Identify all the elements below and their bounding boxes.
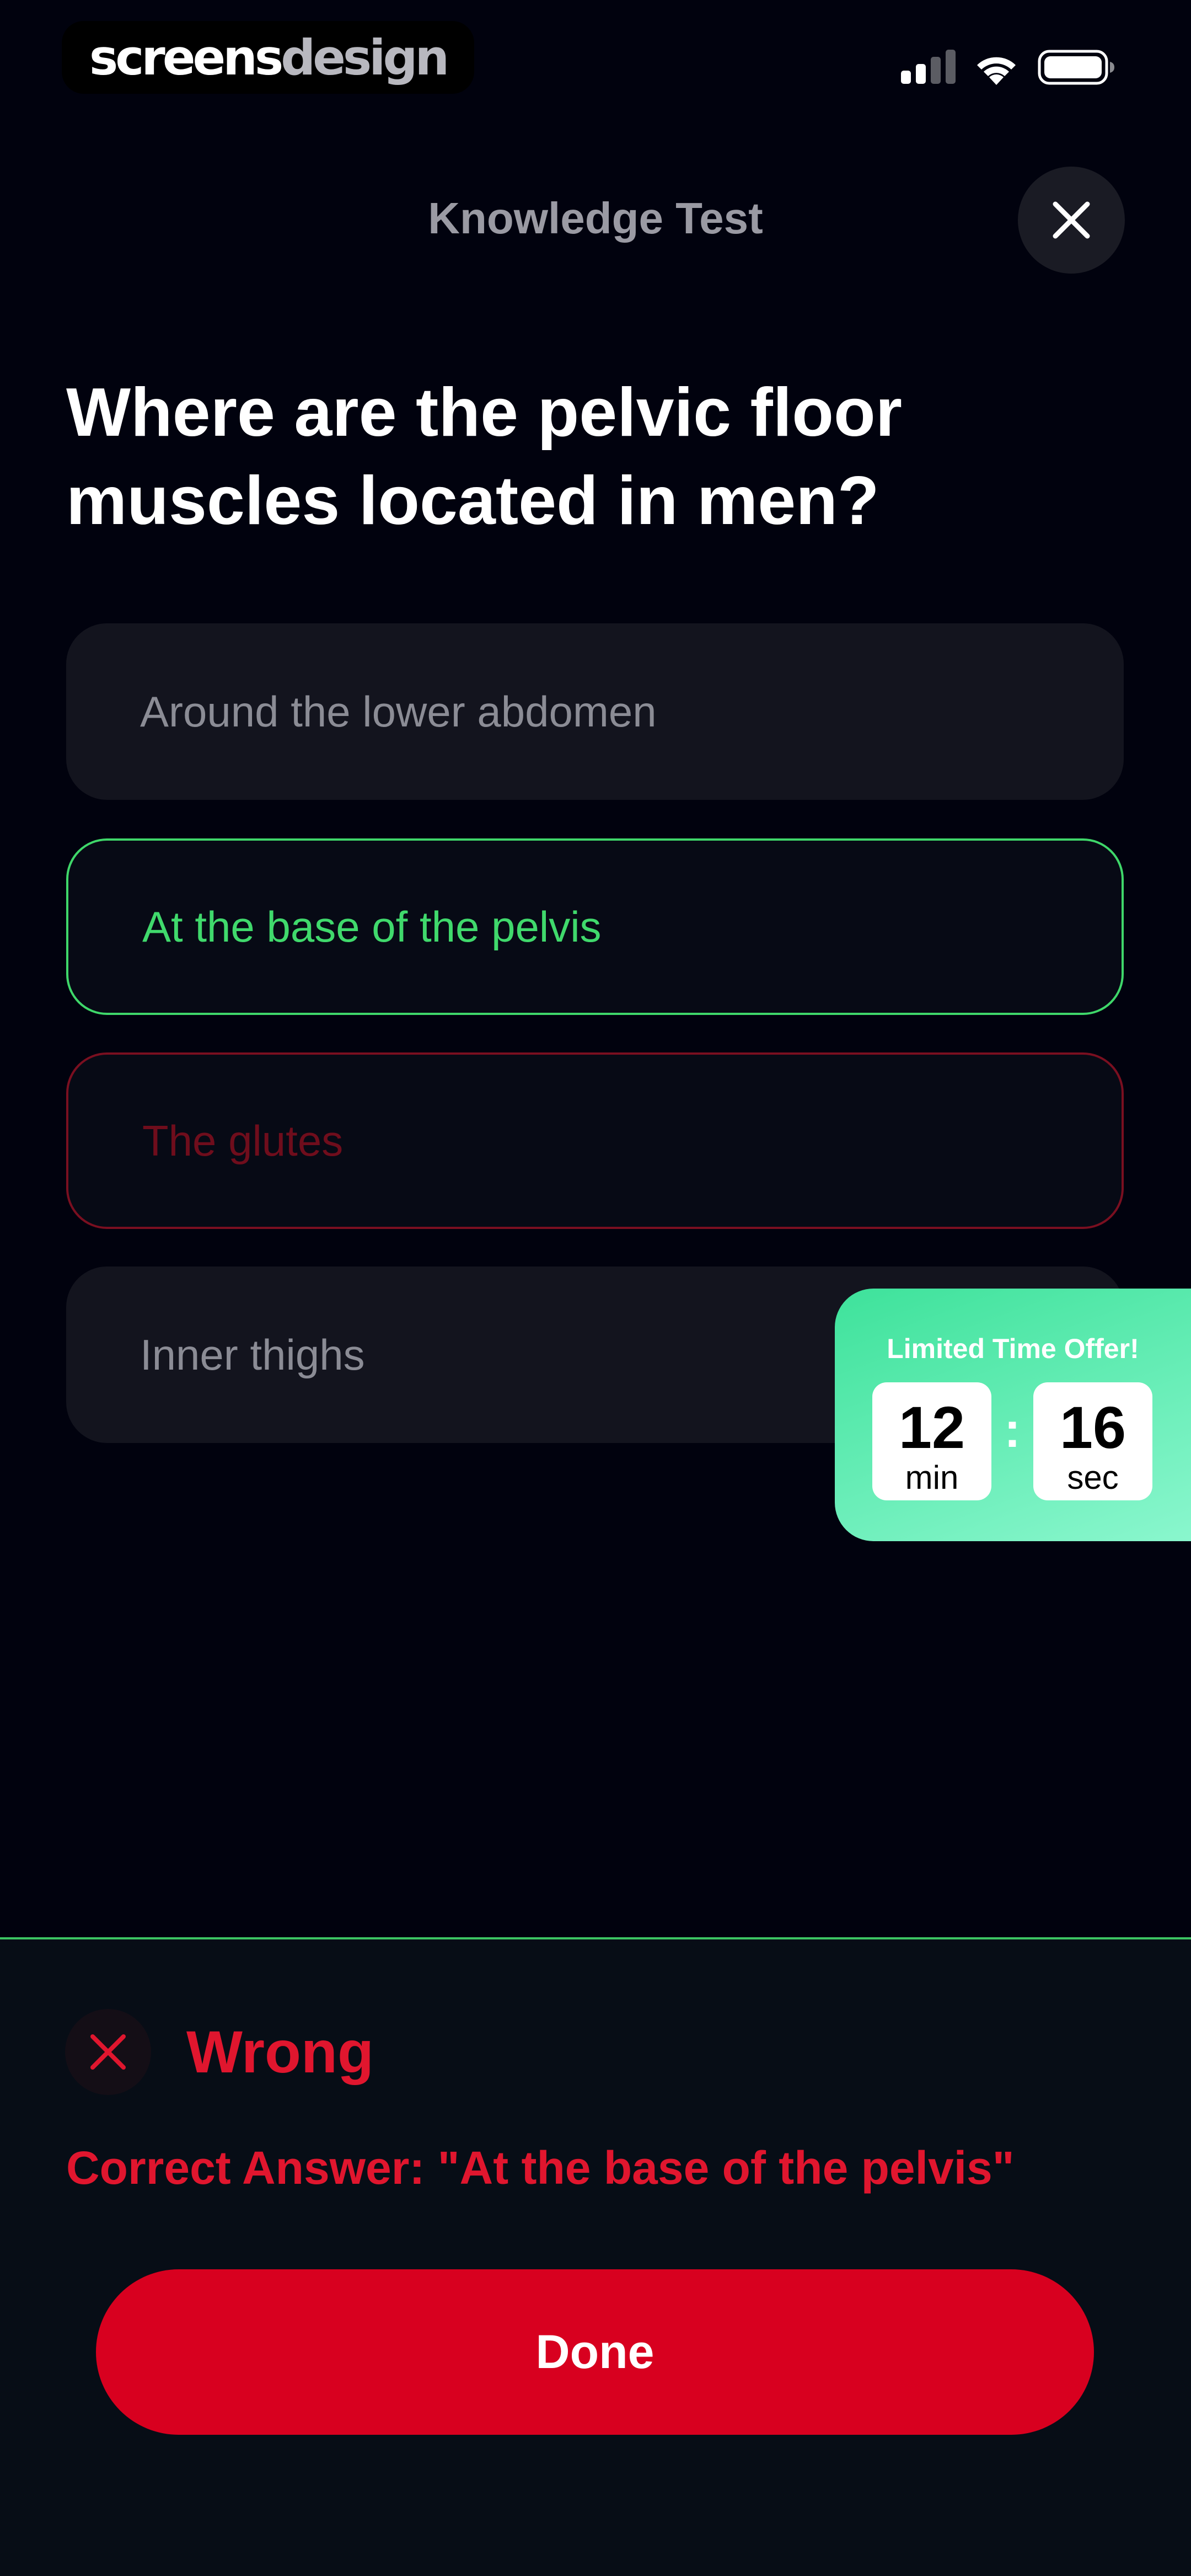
timer-separator: : bbox=[1004, 1403, 1021, 1458]
battery-icon bbox=[1038, 50, 1114, 85]
brand-logo: screens design bbox=[62, 21, 474, 94]
result-sheet: Wrong Correct Answer: "At the base of th… bbox=[0, 1937, 1191, 2576]
limited-offer-widget[interactable]: Limited Time Offer! 12 min : 16 sec bbox=[835, 1289, 1191, 1541]
done-button[interactable]: Done bbox=[96, 2269, 1094, 2435]
page-title: Knowledge Test bbox=[428, 194, 763, 243]
brand-logo-part2: design bbox=[281, 29, 449, 86]
close-icon bbox=[1053, 201, 1090, 239]
result-title: Wrong bbox=[186, 2018, 374, 2085]
cellular-signal-icon bbox=[901, 50, 956, 84]
question-text: Where are the pelvic floor muscles locat… bbox=[66, 375, 902, 539]
timer-seconds-unit: sec bbox=[1067, 1459, 1119, 1496]
timer-minutes-unit: min bbox=[905, 1459, 959, 1496]
x-icon bbox=[90, 2034, 126, 2070]
offer-title: Limited Time Offer! bbox=[887, 1333, 1139, 1364]
wifi-icon bbox=[977, 57, 1016, 85]
close-button[interactable] bbox=[1018, 167, 1125, 274]
answer-option-label: At the base of the pelvis bbox=[142, 902, 602, 951]
answer-option-3[interactable]: The glutes bbox=[66, 1052, 1124, 1229]
answer-option-1[interactable]: Around the lower abdomen bbox=[66, 623, 1124, 800]
answer-option-2[interactable]: At the base of the pelvis bbox=[66, 838, 1124, 1015]
answer-option-label: Around the lower abdomen bbox=[140, 687, 657, 736]
timer-seconds: 16 sec bbox=[1033, 1382, 1152, 1500]
correct-answer-text: Correct Answer: "At the base of the pelv… bbox=[66, 2142, 1015, 2194]
timer-minutes-value: 12 bbox=[898, 1394, 965, 1461]
wrong-result-icon bbox=[65, 2009, 151, 2095]
timer-minutes: 12 min bbox=[872, 1382, 991, 1500]
timer-seconds-value: 16 bbox=[1059, 1394, 1126, 1461]
status-bar: screens design bbox=[0, 0, 1191, 116]
answer-option-label: Inner thighs bbox=[140, 1330, 365, 1379]
brand-logo-part1: screens bbox=[89, 29, 283, 86]
answer-option-label: The glutes bbox=[142, 1116, 344, 1165]
